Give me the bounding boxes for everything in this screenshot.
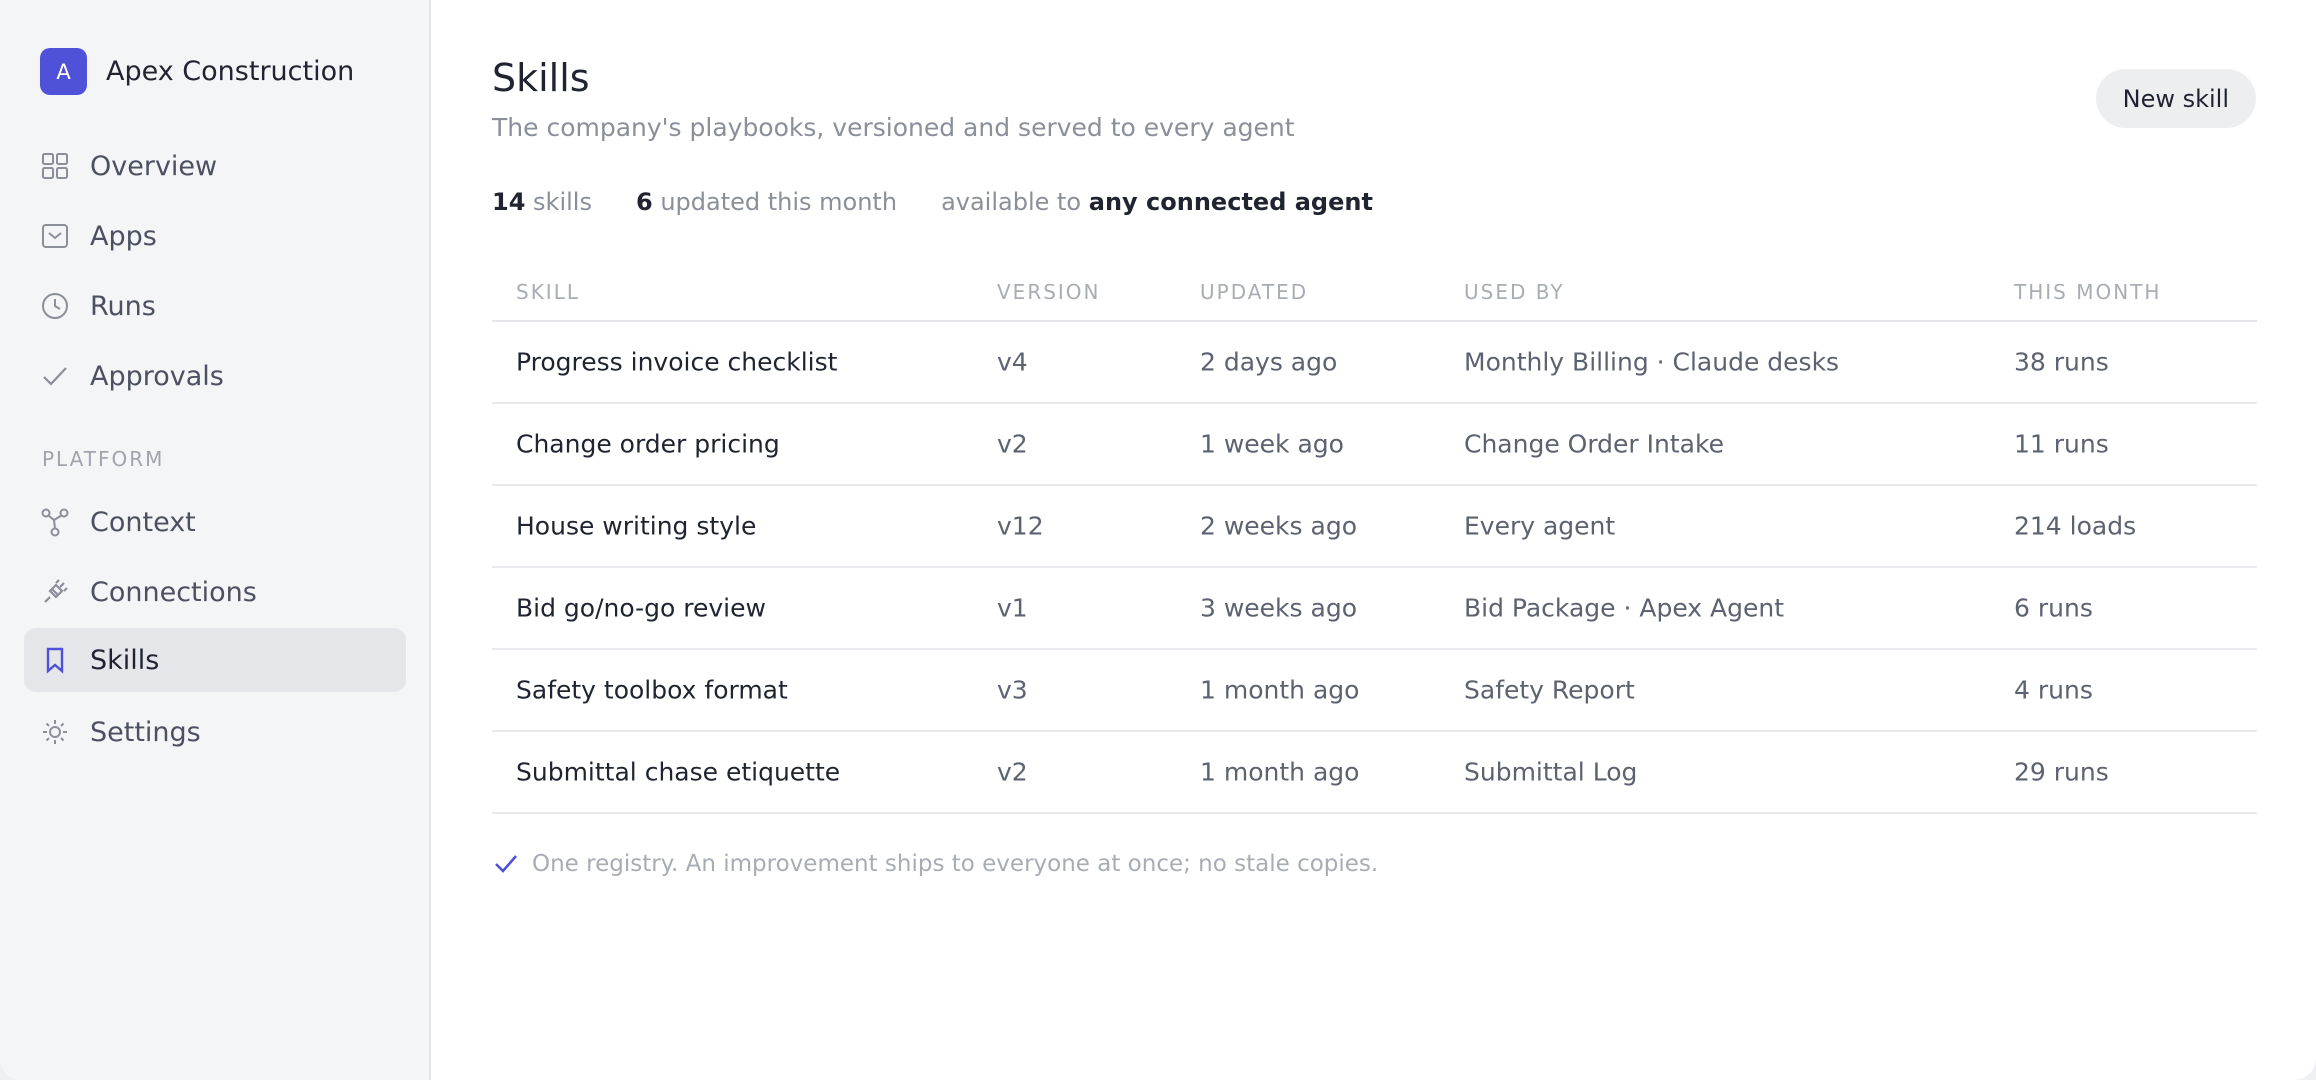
sun-icon bbox=[43, 720, 67, 744]
cell-skill: Submittal chase etiquette bbox=[516, 757, 841, 787]
column-header-this-month[interactable]: THIS MONTH bbox=[2014, 280, 2161, 304]
column-header-skill[interactable]: SKILL bbox=[516, 280, 580, 304]
graph-icon bbox=[41, 508, 69, 537]
column-header-updated[interactable]: UPDATED bbox=[1200, 280, 1308, 304]
cell-version: v3 bbox=[997, 675, 1028, 705]
sidebar: A Apex Construction Overview Apps Runs A… bbox=[0, 0, 431, 1080]
cell-version: v2 bbox=[997, 429, 1028, 459]
sidebar-item-connections[interactable]: Connections bbox=[24, 560, 406, 624]
table-header: SKILL VERSION UPDATED USED BY THIS MONTH bbox=[492, 270, 2257, 322]
cell-used-by: Every agent bbox=[1464, 511, 1616, 541]
brand-logo: A bbox=[40, 48, 87, 95]
stat-updated-label: updated this month bbox=[660, 188, 898, 216]
cell-skill: Change order pricing bbox=[516, 429, 780, 459]
sidebar-item-overview[interactable]: Overview bbox=[24, 134, 406, 198]
stats-bar: 14 skills 6 updated this month available… bbox=[492, 188, 1417, 216]
sidebar-item-context[interactable]: Context bbox=[24, 490, 406, 554]
cell-version: v2 bbox=[997, 757, 1028, 787]
sidebar-item-label: Settings bbox=[90, 716, 201, 748]
cell-used-by: Submittal Log bbox=[1464, 757, 1638, 787]
sidebar-item-label: Overview bbox=[90, 150, 218, 182]
table-row[interactable]: Change order pricing v2 1 week ago Chang… bbox=[492, 404, 2257, 486]
new-skill-button[interactable]: New skill bbox=[2095, 69, 2256, 128]
cell-skill: Bid go/no-go review bbox=[516, 593, 766, 623]
section-label-platform: PLATFORM bbox=[42, 447, 165, 471]
cell-skill: House writing style bbox=[516, 511, 757, 541]
cell-updated: 2 weeks ago bbox=[1200, 511, 1357, 541]
stat-skills-label: skills bbox=[533, 188, 592, 216]
page-subtitle: The company's playbooks, versioned and s… bbox=[492, 113, 1295, 142]
sidebar-item-label: Apps bbox=[90, 220, 157, 252]
registry-footnote: One registry. An improvement ships to ev… bbox=[492, 850, 1378, 878]
plug-icon bbox=[44, 579, 68, 603]
column-header-version[interactable]: VERSION bbox=[997, 280, 1101, 304]
sidebar-item-label: Context bbox=[90, 506, 196, 538]
table-row[interactable]: Safety toolbox format v3 1 month ago Saf… bbox=[492, 650, 2257, 732]
sidebar-item-skills[interactable]: Skills bbox=[24, 628, 406, 692]
stat-skills: 14 skills bbox=[492, 188, 592, 216]
page-title: Skills bbox=[492, 56, 590, 100]
cell-used-by: Change Order Intake bbox=[1464, 429, 1724, 459]
sidebar-item-settings[interactable]: Settings bbox=[24, 700, 406, 764]
sidebar-item-label: Approvals bbox=[90, 360, 224, 392]
column-header-used-by[interactable]: USED BY bbox=[1464, 280, 1565, 304]
cell-this-month: 6 runs bbox=[2014, 593, 2093, 623]
sidebar-item-approvals[interactable]: Approvals bbox=[24, 344, 406, 408]
cell-this-month: 29 runs bbox=[2014, 757, 2109, 787]
cell-skill: Progress invoice checklist bbox=[516, 347, 838, 377]
sidebar-item-apps[interactable]: Apps bbox=[24, 204, 406, 268]
cell-version: v1 bbox=[997, 593, 1028, 623]
bookmark-icon bbox=[46, 647, 64, 674]
cell-skill: Safety toolbox format bbox=[516, 675, 788, 705]
cell-this-month: 38 runs bbox=[2014, 347, 2109, 377]
cell-updated: 2 days ago bbox=[1200, 347, 1338, 377]
cell-version: v4 bbox=[997, 347, 1028, 377]
cell-this-month: 11 runs bbox=[2014, 429, 2109, 459]
sidebar-item-label: Skills bbox=[90, 644, 160, 676]
table-row[interactable]: Bid go/no-go review v1 3 weeks ago Bid P… bbox=[492, 568, 2257, 650]
sidebar-item-label: Runs bbox=[90, 290, 156, 322]
main-content: Skills The company's playbooks, versione… bbox=[431, 0, 2316, 1080]
stat-updated: 6 updated this month bbox=[636, 188, 897, 216]
skills-table: SKILL VERSION UPDATED USED BY THIS MONTH… bbox=[492, 270, 2257, 814]
cell-this-month: 4 runs bbox=[2014, 675, 2093, 705]
cell-this-month: 214 loads bbox=[2014, 511, 2137, 541]
table-row[interactable]: Submittal chase etiquette v2 1 month ago… bbox=[492, 732, 2257, 814]
cell-used-by: Safety Report bbox=[1464, 675, 1635, 705]
cell-used-by: Bid Package · Apex Agent bbox=[1464, 593, 1785, 623]
table-row[interactable]: Progress invoice checklist v4 2 days ago… bbox=[492, 322, 2257, 404]
check-icon bbox=[495, 855, 517, 873]
cell-updated: 3 weeks ago bbox=[1200, 593, 1357, 623]
grid-icon bbox=[42, 153, 68, 179]
stat-available: available to any connected agent bbox=[941, 188, 1373, 216]
stat-available-target: any connected agent bbox=[1088, 188, 1373, 216]
brand-name: Apex Construction bbox=[106, 56, 355, 87]
table-row[interactable]: House writing style v12 2 weeks ago Ever… bbox=[492, 486, 2257, 568]
cell-updated: 1 month ago bbox=[1200, 757, 1360, 787]
sidebar-item-runs[interactable]: Runs bbox=[24, 274, 406, 338]
cell-used-by: Monthly Billing · Claude desks bbox=[1464, 347, 1840, 377]
inbox-icon bbox=[42, 224, 68, 248]
cell-updated: 1 week ago bbox=[1200, 429, 1344, 459]
footnote-text: One registry. An improvement ships to ev… bbox=[532, 851, 1379, 877]
stat-updated-count: 6 bbox=[635, 188, 653, 216]
check-icon bbox=[43, 367, 67, 386]
stat-available-prefix: available to bbox=[941, 188, 1082, 216]
brand[interactable]: A Apex Construction bbox=[40, 48, 354, 95]
stat-skills-count: 14 bbox=[492, 188, 526, 216]
app-window: A Apex Construction Overview Apps Runs A… bbox=[0, 0, 2316, 1080]
cell-updated: 1 month ago bbox=[1200, 675, 1360, 705]
clock-icon bbox=[42, 293, 68, 319]
sidebar-item-label: Connections bbox=[90, 576, 257, 608]
cell-version: v12 bbox=[997, 511, 1044, 541]
